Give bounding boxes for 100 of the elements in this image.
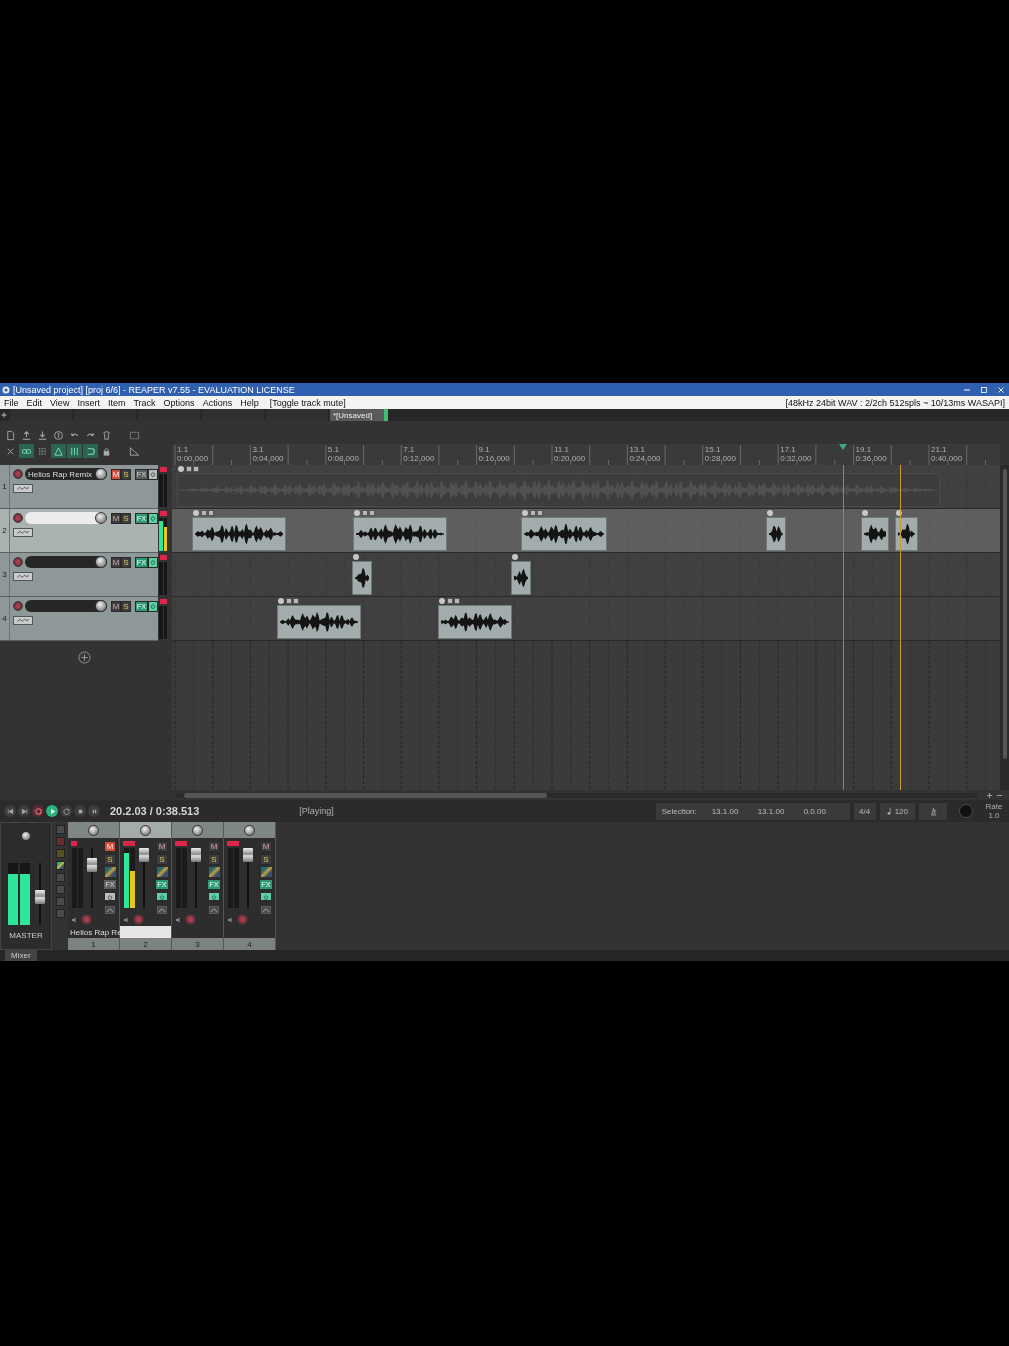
striped-square-icon[interactable] — [104, 867, 116, 877]
rate-value[interactable]: 1.0 — [988, 811, 1000, 820]
close-icon[interactable] — [997, 385, 1005, 394]
maximize-icon[interactable] — [980, 385, 988, 394]
envelope-button[interactable] — [13, 484, 33, 493]
vertical-scrollbar[interactable] — [1000, 465, 1009, 790]
fx-bypass-button[interactable] — [104, 892, 116, 901]
pan-knob[interactable] — [88, 824, 99, 836]
solo-button[interactable]: S — [121, 512, 131, 524]
mute-button[interactable]: M — [208, 841, 220, 852]
speaker-icon[interactable] — [227, 916, 233, 923]
solo-button[interactable]: S — [208, 854, 220, 865]
repeat-button[interactable] — [60, 805, 72, 817]
go-to-end-button[interactable] — [18, 805, 30, 817]
mute-button[interactable]: M — [156, 841, 168, 852]
ripple-edit-button[interactable] — [83, 444, 98, 458]
item-square-icon[interactable] — [185, 466, 192, 472]
selection-length[interactable]: 0.0.00 — [803, 806, 844, 816]
striped-square-icon[interactable] — [55, 861, 65, 870]
envelope-button[interactable] — [13, 572, 33, 581]
strip-name-field[interactable] — [172, 926, 223, 938]
fader-thumb[interactable] — [139, 848, 149, 863]
item-circle-icon[interactable] — [177, 466, 184, 472]
fx-bypass-button[interactable] — [148, 468, 158, 480]
item-square-icon[interactable] — [446, 598, 453, 604]
project-tab[interactable]: *[Unsaved] — [330, 409, 388, 421]
volume-fader[interactable] — [191, 848, 201, 908]
fader-thumb[interactable] — [34, 890, 45, 905]
item-circle-icon[interactable] — [521, 510, 528, 516]
solo-button[interactable]: S — [121, 468, 131, 480]
menu-item[interactable]: Help — [240, 397, 259, 408]
fader-thumb[interactable] — [87, 857, 97, 872]
audio-item[interactable] — [861, 517, 890, 551]
envelope-button[interactable] — [13, 616, 33, 625]
strip-name-field[interactable] — [224, 926, 275, 938]
item-square-icon[interactable] — [361, 510, 368, 516]
volume-knob[interactable] — [95, 512, 107, 524]
master-pan-knob[interactable] — [21, 831, 31, 841]
record-button[interactable] — [32, 805, 44, 817]
track-name-field[interactable] — [25, 556, 107, 568]
add-track-button[interactable] — [77, 651, 91, 664]
item-square-icon[interactable] — [192, 466, 199, 472]
horizontal-scrollbar[interactable] — [176, 792, 977, 798]
fx-bypass-button[interactable] — [260, 892, 272, 901]
record-arm-button[interactable] — [13, 469, 23, 479]
solo-button[interactable]: S — [121, 556, 131, 568]
menu-item[interactable]: File — [4, 397, 19, 408]
menu-item[interactable]: View — [50, 397, 70, 408]
solo-button[interactable]: S — [156, 854, 168, 865]
grid-lines-button[interactable] — [67, 444, 82, 458]
new-tab-icon[interactable] — [1, 412, 7, 418]
speaker-icon[interactable] — [71, 916, 77, 923]
mute-button[interactable]: M — [104, 841, 116, 852]
timeline-ruler[interactable]: 1.1 0:00.000 3.1 0:04.000 5.1 0:08.000 7.1 0:12.000 9.1 0:16.000 11.1 0:20.000 13.1 0:24.000 15.1 0:28.000 17.1 0:32.000 19.1 0:36.000 21.1 0:40.000 — [172, 444, 1000, 465]
speaker-icon[interactable] — [123, 916, 129, 923]
strip-name-field[interactable] — [120, 926, 171, 938]
striped-square-icon[interactable] — [208, 867, 220, 877]
item-circle-icon[interactable] — [862, 510, 869, 516]
mixer-dock-tab[interactable]: Mixer — [5, 950, 37, 961]
pan-knob[interactable] — [140, 824, 151, 836]
fader-thumb[interactable] — [243, 848, 253, 863]
ruler-button[interactable] — [127, 444, 142, 458]
pause-button[interactable] — [88, 805, 100, 817]
pan-knob[interactable] — [244, 824, 255, 836]
track-name-field[interactable]: Helios Rap Remix — [25, 468, 107, 480]
menu-item[interactable]: Item — [107, 397, 126, 408]
fx-bypass-button[interactable] — [148, 600, 158, 612]
menu-item[interactable]: Options — [163, 397, 195, 408]
striped-square-icon[interactable] — [260, 867, 272, 877]
fx-bypass-button[interactable] — [208, 892, 220, 901]
item-circle-icon[interactable] — [353, 510, 360, 516]
mute-button[interactable]: M — [260, 841, 272, 852]
play-button[interactable] — [46, 805, 58, 817]
track-name-field[interactable] — [25, 512, 107, 524]
fx-bypass-button[interactable] — [148, 512, 158, 524]
solo-button[interactable]: S — [260, 854, 272, 865]
time-signature[interactable]: 4/4 — [853, 802, 876, 820]
item-square-icon[interactable] — [200, 510, 207, 516]
volume-fader[interactable] — [87, 848, 97, 908]
record-arm-button[interactable] — [13, 513, 23, 523]
solo-button[interactable]: S — [121, 600, 131, 612]
caret-up-icon[interactable] — [209, 906, 219, 914]
striped-square-icon[interactable] — [156, 867, 168, 877]
item-circle-icon[interactable] — [766, 510, 773, 516]
menu-item[interactable]: Edit — [26, 397, 43, 408]
stop-button[interactable] — [74, 805, 86, 817]
caret-up-icon[interactable] — [105, 906, 115, 914]
selection-start[interactable]: 13.1.00 — [711, 806, 752, 816]
volume-fader[interactable] — [139, 848, 149, 908]
menu-item[interactable]: Actions — [202, 397, 233, 408]
item-circle-icon[interactable] — [438, 598, 445, 604]
audio-item[interactable] — [352, 561, 372, 595]
item-grouping-button[interactable] — [19, 444, 34, 458]
item-square-icon[interactable] — [207, 510, 214, 516]
audio-item[interactable] — [895, 517, 918, 551]
snap-button[interactable] — [51, 444, 66, 458]
master-volume-fader[interactable] — [34, 863, 45, 925]
item-square-icon[interactable] — [536, 510, 543, 516]
volume-fader[interactable] — [243, 848, 253, 908]
record-arm-button[interactable] — [13, 601, 23, 611]
